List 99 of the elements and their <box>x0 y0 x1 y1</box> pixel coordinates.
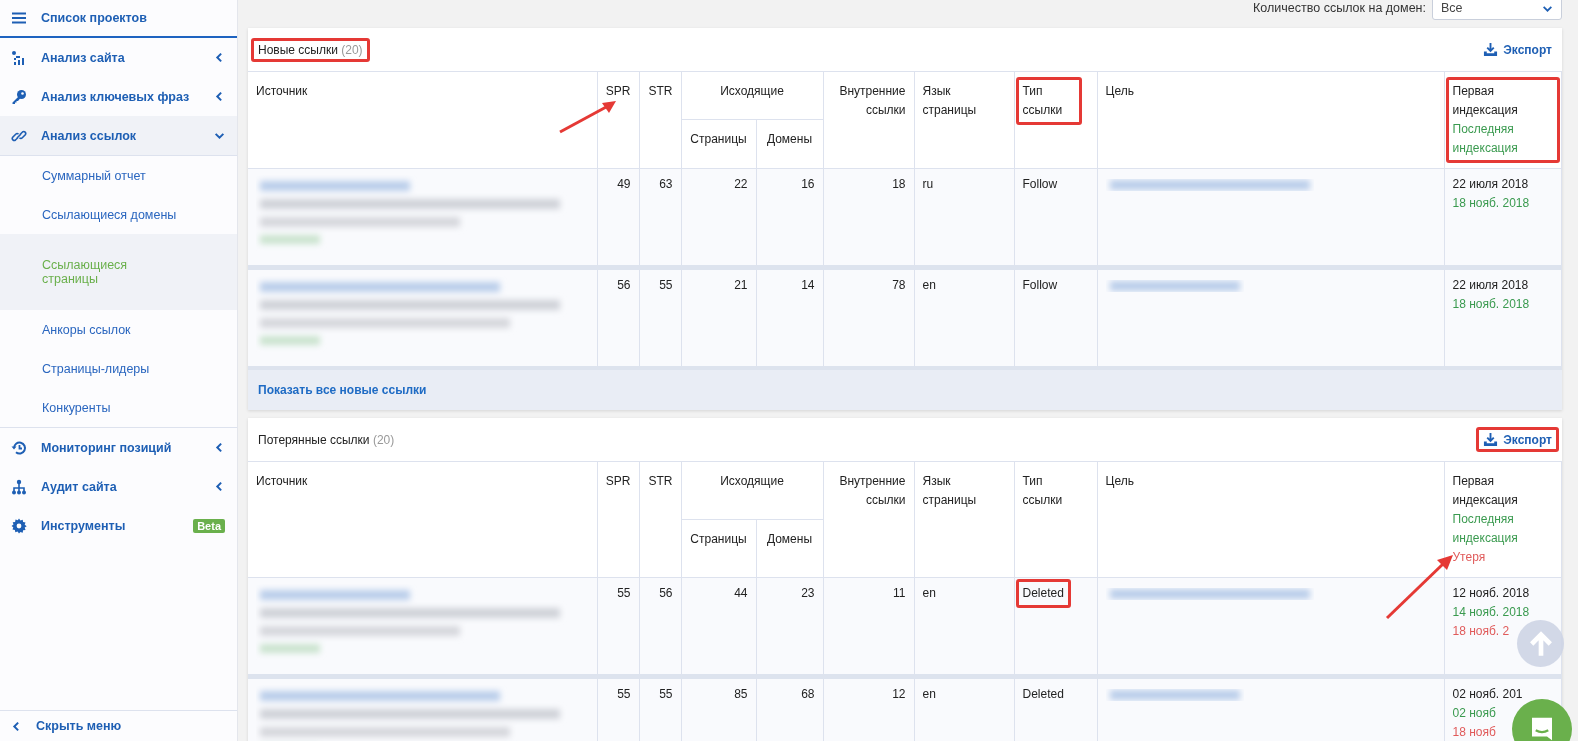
chart-icon <box>11 49 27 66</box>
table-cell: 14 <box>801 278 815 292</box>
column-header: Утеря <box>1452 549 1487 566</box>
sidebar-item[interactable]: Анализ ссылок <box>0 116 237 156</box>
table-cell: 18 <box>892 177 906 191</box>
column-header: Последняя индексация <box>1452 121 1519 157</box>
sidebar-subitem[interactable]: Суммарный отчет <box>0 156 237 195</box>
table-cell: 22 <box>734 177 748 191</box>
column-header: Исходящие <box>720 84 784 98</box>
chevron-left-icon[interactable] <box>214 91 225 102</box>
table-cell: 55 <box>617 586 631 600</box>
table-cell: en <box>922 586 936 600</box>
table-cell: 16 <box>801 177 815 191</box>
table-cell: 56 <box>659 586 673 600</box>
column-header: Внутренние ссылки <box>839 474 906 507</box>
table-cell: 56 <box>617 278 631 292</box>
sidebar-item[interactable]: Аудит сайта <box>0 467 237 506</box>
column-header: Цель <box>1105 474 1134 488</box>
date-text: 18 нояб <box>1452 725 1496 739</box>
projects-link[interactable]: Список проектов <box>0 0 237 38</box>
chevron-left-icon <box>11 720 22 732</box>
chat-button[interactable] <box>1512 699 1572 741</box>
table-cell: 55 <box>617 687 631 701</box>
column-header: Тип ссылки <box>1021 473 1064 509</box>
table-cell: en <box>922 687 936 701</box>
column-header: Домены <box>766 531 813 546</box>
sidebar-subitem[interactable]: Страницы-лидеры <box>0 349 237 388</box>
table-cell: Deleted <box>1015 579 1071 608</box>
column-header: Страницы <box>690 132 747 147</box>
chevron-left-icon[interactable] <box>214 52 225 63</box>
table-cell: 63 <box>659 177 673 191</box>
column-header: Язык страницы <box>922 474 977 507</box>
sidebar-item[interactable]: Инструменты Beta <box>0 506 237 545</box>
table-cell: 85 <box>734 687 748 701</box>
card-title: Новые ссылки (20) <box>251 37 370 62</box>
sidebar-item[interactable]: Мониторинг позиций <box>0 428 237 467</box>
chevron-left-icon[interactable] <box>214 442 225 453</box>
column-header: Страницы <box>690 531 747 546</box>
table-cell: 49 <box>617 177 631 191</box>
date-text: 02 нояб <box>1452 706 1496 720</box>
links-per-domain-select[interactable]: Все <box>1432 0 1562 20</box>
beta-badge: Beta <box>193 518 225 533</box>
chevron-left-icon[interactable] <box>214 481 225 492</box>
sidebar-subitem[interactable]: Анкоры ссылок <box>0 310 237 349</box>
date-text: 02 нояб. 201 <box>1452 687 1523 701</box>
show-all-link[interactable]: Показать все новые ссылки <box>258 383 427 397</box>
table-cell: 44 <box>734 586 748 600</box>
sidebar-subitem[interactable]: Конкуренты <box>0 388 237 427</box>
table-cell: 12 <box>892 687 906 701</box>
table-cell: 23 <box>801 586 815 600</box>
column-header: Источник <box>256 474 308 488</box>
column-header: Исходящие <box>720 474 784 488</box>
table-cell-text: Deleted <box>1021 686 1065 703</box>
table-cell: 78 <box>892 278 906 292</box>
date-text: 22 июля 2018 <box>1452 278 1529 292</box>
column-header: STR <box>648 474 673 488</box>
column-header: STR <box>648 84 673 98</box>
column-header: Первая индексация <box>1452 83 1519 119</box>
sidebar-item[interactable]: Анализ сайта <box>0 38 237 77</box>
date-text: 18 нояб. 2 <box>1452 624 1510 638</box>
column-header: Тип ссылки <box>1015 77 1082 125</box>
download-icon <box>1483 432 1499 447</box>
column-header: SPR <box>605 474 631 488</box>
column-header: Источник <box>256 84 308 98</box>
card-title: Потерянные ссылки (20) <box>257 431 396 449</box>
table-cell: 55 <box>659 278 673 292</box>
hide-menu-link[interactable]: Скрыть меню <box>0 710 237 741</box>
chevron-down-icon[interactable] <box>214 130 225 141</box>
date-text: 14 нояб. 2018 <box>1452 605 1530 619</box>
column-header: Внутренние ссылки <box>839 84 906 117</box>
date-text: 18 нояб. 2018 <box>1452 196 1530 210</box>
settings-icon <box>11 517 27 534</box>
column-header: Первая индексация <box>1452 473 1519 509</box>
filter-label: Количество ссылок на домен: <box>1253 1 1426 15</box>
column-header: SPR <box>605 84 631 98</box>
sidebar-subitem[interactable]: Ссылающиеся домены <box>0 195 237 234</box>
date-text: 22 июля 2018 <box>1452 177 1529 191</box>
table-cell-text: Follow <box>1021 277 1059 294</box>
export-link[interactable]: Экспорт <box>1476 37 1559 62</box>
column-header: Последняя индексация <box>1452 511 1519 547</box>
date-text: 18 нояб. 2018 <box>1452 297 1530 311</box>
table-cell: 68 <box>801 687 815 701</box>
table-cell: en <box>922 278 936 292</box>
column-header: Язык страницы <box>922 84 977 117</box>
table-cell: 11 <box>893 586 906 600</box>
table-cell: 21 <box>734 278 748 292</box>
column-header: Домены <box>766 132 813 147</box>
table-cell: 55 <box>659 687 673 701</box>
column-header: Цель <box>1105 84 1134 98</box>
download-icon <box>1483 42 1499 57</box>
table-cell-text: Follow <box>1021 176 1059 193</box>
export-link[interactable]: Экспорт <box>1476 427 1559 452</box>
history-icon <box>11 439 27 456</box>
sidebar-item[interactable]: Анализ ключевых фраз <box>0 77 237 116</box>
date-text: 12 нояб. 2018 <box>1452 586 1530 600</box>
sitemap-icon <box>11 478 27 495</box>
key-icon <box>11 88 27 105</box>
table-cell: ru <box>922 177 934 191</box>
menu-icon[interactable] <box>11 10 27 26</box>
